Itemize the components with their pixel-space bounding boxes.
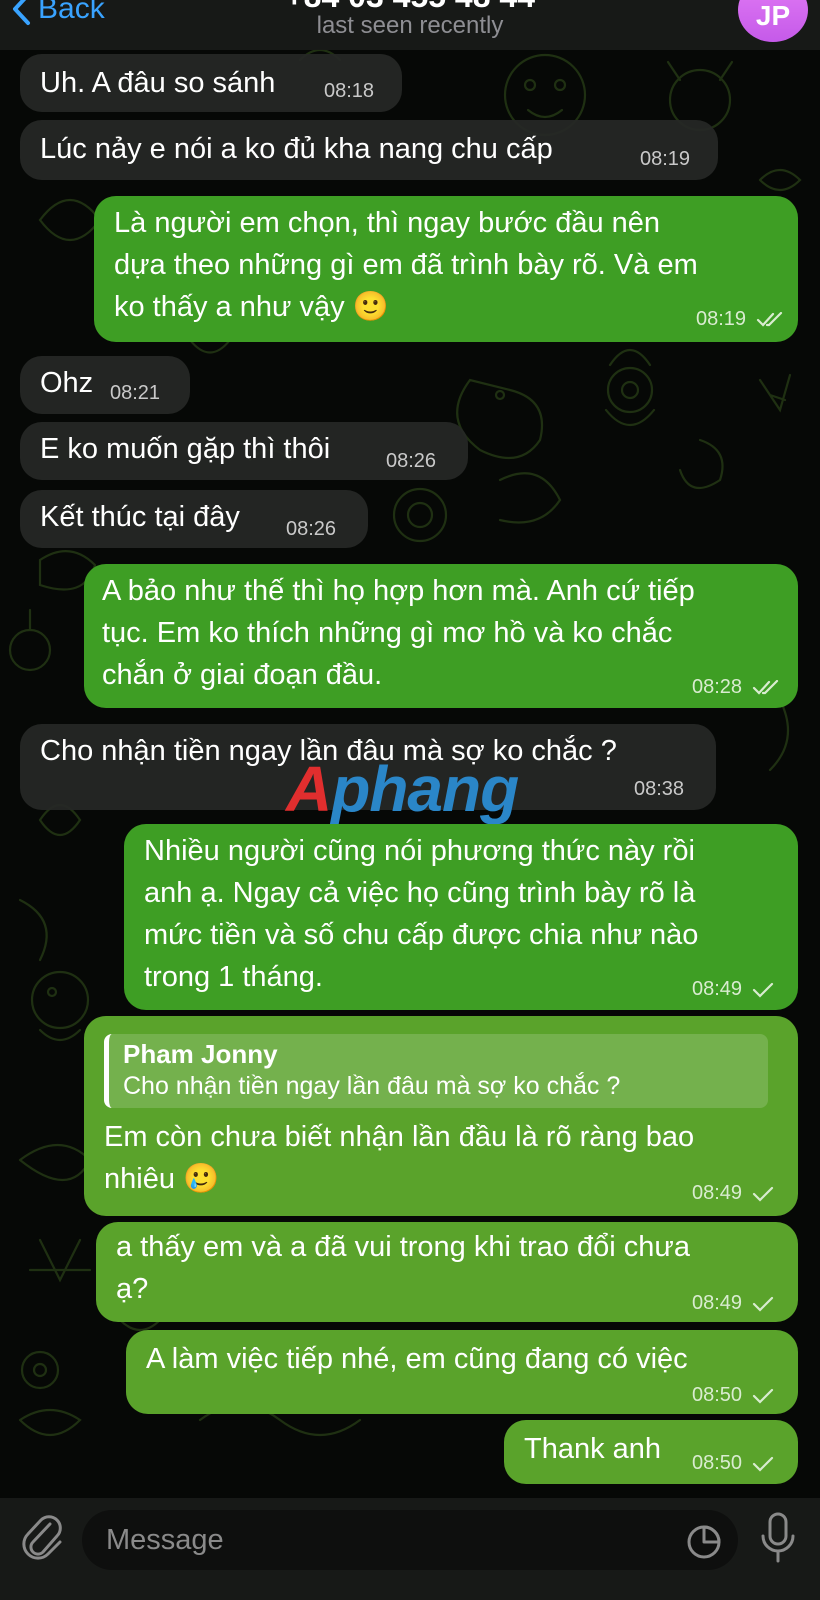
message-bubble-incoming[interactable]: E ko muốn gặp thì thôi 08:26	[20, 422, 468, 480]
check-icon	[752, 982, 773, 998]
message-bubble-incoming[interactable]: Kết thúc tại đây 08:26	[20, 490, 368, 548]
chat-header: Back +84 03 455 48 44 last seen recently…	[0, 0, 820, 50]
message-text-line: a thấy em và a đã vui trong khi trao đổi…	[116, 1231, 690, 1263]
message-bubble-outgoing[interactable]: Là người em chọn, thì ngay bước đầu nên …	[94, 196, 798, 342]
message-bubble-incoming[interactable]: Lúc nảy e nói a ko đủ kha nang chu cấp 0…	[20, 120, 718, 180]
message-bubble-incoming[interactable]: Uh. A đâu so sánh 08:18	[20, 54, 402, 112]
message-time-text: 08:50	[692, 1452, 743, 1474]
message-input[interactable]: Message	[82, 1510, 738, 1570]
message-text-line: mức tiền và số chu cấp được chia như nào	[144, 919, 699, 951]
message-bubble-outgoing[interactable]: Nhiều người cũng nói phương thức này rồi…	[124, 824, 798, 1010]
check-icon	[752, 1388, 773, 1404]
message-time: 08:49	[692, 1292, 774, 1314]
message-text-line: Nhiều người cũng nói phương thức này rồi	[144, 835, 695, 867]
reply-preview[interactable]: Pham Jonny Cho nhận tiền ngay lần đâu mà…	[104, 1034, 768, 1108]
message-time: 08:19	[640, 148, 691, 170]
message-bubble-outgoing[interactable]: Thank anh 08:50	[504, 1420, 798, 1484]
check-icon	[752, 1296, 773, 1312]
microphone-icon[interactable]	[758, 1510, 798, 1566]
message-time: 08:49	[692, 978, 774, 1000]
message-input-placeholder: Message	[106, 1524, 224, 1556]
message-time-text: 08:49	[692, 1292, 743, 1314]
message-text-line: Em còn chưa biết nhận lần đầu là rõ ràng…	[104, 1121, 695, 1153]
message-text-line: tục. Em ko thích những gì mơ hồ và ko ch…	[102, 617, 673, 649]
message-time: 08:21	[110, 382, 161, 404]
message-time-text: 08:28	[692, 676, 743, 698]
message-bubble-incoming[interactable]: Ohz 08:21	[20, 356, 190, 414]
message-text-line: Là người em chọn, thì ngay bước đầu nên	[114, 207, 661, 239]
message-time: 08:26	[286, 518, 337, 540]
message-time-text: 08:49	[692, 1182, 743, 1204]
message-time: 08:19	[696, 308, 784, 330]
message-time: 08:49	[692, 1182, 774, 1204]
sticker-icon[interactable]	[686, 1524, 722, 1560]
double-check-icon	[756, 311, 782, 327]
double-check-icon	[752, 679, 778, 695]
message-bubble-outgoing[interactable]: A làm việc tiếp nhé, em cũng đang có việ…	[126, 1330, 798, 1414]
message-time-text: 08:19	[696, 308, 747, 330]
message-time: 08:18	[324, 80, 375, 102]
chat-status: last seen recently	[316, 12, 504, 39]
reply-text: Cho nhận tiền ngay lần đâu mà sợ ko chắc…	[123, 1072, 621, 1100]
message-text: Lúc nảy e nói a ko đủ kha nang chu cấp	[40, 133, 553, 165]
message-bubble-outgoing[interactable]: A bảo như thế thì họ hợp hơn mà. Anh cứ …	[84, 564, 798, 708]
avatar-initials: JP	[755, 0, 791, 31]
check-icon	[752, 1456, 773, 1472]
message-time-text: 08:49	[692, 978, 743, 1000]
message-time: 08:26	[386, 450, 437, 472]
message-time: 08:50	[692, 1452, 774, 1474]
message-text-line: anh ạ. Ngay cả việc họ cũng trình bày rõ…	[144, 877, 696, 909]
message-time: 08:50	[692, 1384, 774, 1406]
message-time-text: 08:50	[692, 1384, 743, 1406]
check-icon	[752, 1186, 773, 1202]
message-text-line: dựa theo những gì em đã trình bày rõ. Và…	[114, 249, 698, 281]
paperclip-icon[interactable]	[20, 1510, 64, 1564]
watermark-rest: phang	[331, 753, 519, 825]
message-time: 08:28	[692, 676, 780, 698]
message-text-line: A bảo như thế thì họ hợp hơn mà. Anh cứ …	[102, 575, 695, 607]
watermark-first: A	[286, 753, 332, 825]
reply-author: Pham Jonny	[123, 1039, 278, 1069]
message-time: 08:38	[634, 778, 685, 800]
watermark: Aphang	[286, 752, 519, 826]
message-bubble-outgoing-reply[interactable]: Pham Jonny Cho nhận tiền ngay lần đâu mà…	[84, 1016, 798, 1216]
message-composer: Message	[0, 1498, 820, 1600]
message-text: A làm việc tiếp nhé, em cũng đang có việ…	[146, 1343, 688, 1375]
message-bubble-outgoing[interactable]: a thấy em và a đã vui trong khi trao đổi…	[96, 1222, 798, 1322]
message-text-line: nhiêu 🥲	[104, 1163, 220, 1195]
